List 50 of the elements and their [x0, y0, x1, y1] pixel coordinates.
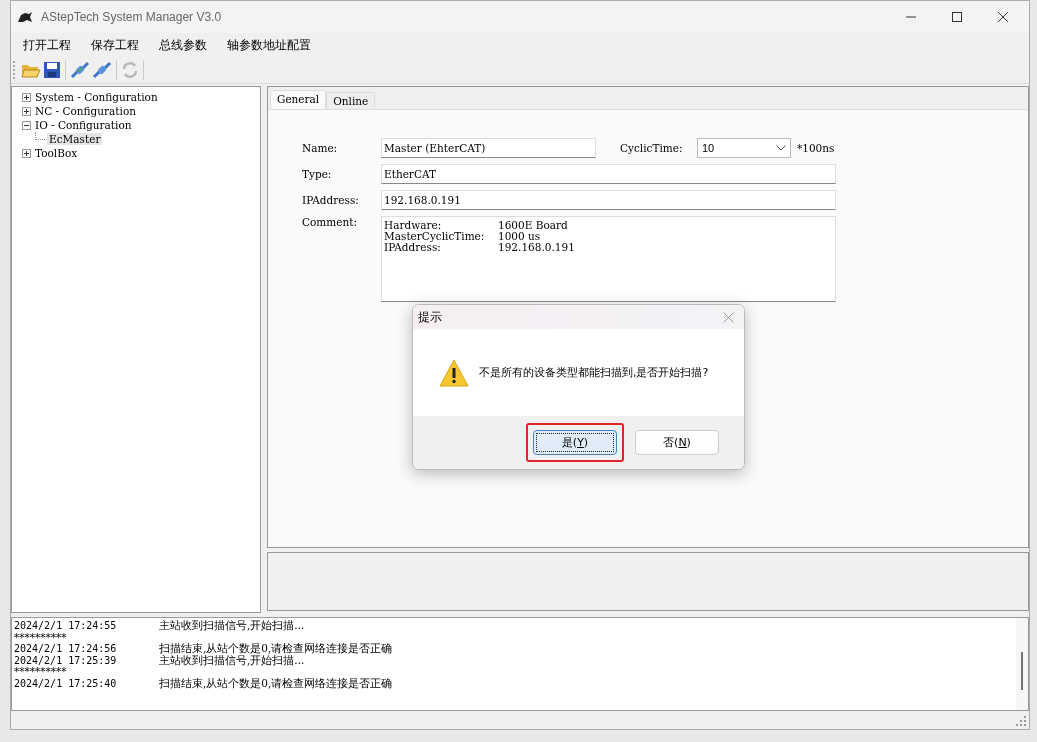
comment-field[interactable]: Hardware: 1600E Board MasterCyclicTime: 1000 us IPAddress: 192.168.0.191	[381, 216, 836, 302]
menu-item[interactable]: 轴参数地址配置	[217, 36, 321, 54]
menu-item[interactable]: 打开工程	[13, 36, 81, 54]
log-time: 2024/2/1 17:24:56	[14, 643, 118, 655]
chevron-down-icon	[776, 145, 786, 151]
tree-item[interactable]: System - Configuration	[33, 91, 160, 103]
log-message: 扫描结束,从站个数是0,请检查网络连接是否正确	[159, 677, 393, 689]
log-time: 2024/2/1 17:25:39	[14, 654, 118, 666]
field-label: CyclicTime:	[620, 142, 684, 154]
close-icon[interactable]	[997, 11, 1009, 23]
log-message: 主站收到扫描信号,开始扫描...	[159, 620, 305, 632]
log-message: 扫描结束,从站个数是0,请检查网络连接是否正确	[159, 643, 393, 654]
menu-item[interactable]: 总线参数	[149, 36, 217, 54]
log-separator: **********	[14, 631, 67, 643]
expand-icon[interactable]	[22, 106, 31, 116]
collapse-icon[interactable]	[22, 120, 31, 130]
dialog-button[interactable]: 是(Y)	[533, 430, 617, 455]
tree-item[interactable]: NC - Configuration	[33, 105, 138, 117]
app-logo-icon	[17, 11, 33, 23]
connect-plug-icon[interactable]	[70, 61, 90, 79]
dialog-title: 提示	[418, 308, 442, 326]
type-field[interactable]: EtherCAT	[381, 164, 836, 184]
dialog-button[interactable]: 否(N)	[635, 430, 719, 455]
field-label: Name:	[302, 142, 339, 154]
log-message: 主站收到扫描信号,开始扫描...	[159, 654, 305, 666]
dialog-message: 不是所有的设备类型都能扫描到,是否开始扫描?	[479, 365, 709, 380]
warning-icon	[439, 358, 469, 387]
maximize-icon[interactable]	[951, 11, 963, 23]
log-time: 2024/2/1 17:24:55	[14, 620, 118, 632]
window-title: AStepTech System Manager V3.0	[41, 10, 222, 24]
disconnect-plug-icon[interactable]	[92, 61, 112, 79]
ip-address-field[interactable]: 192.168.0.191	[381, 190, 836, 210]
field-label: IPAddress:	[302, 194, 360, 206]
name-field[interactable]: Master (EhterCAT)	[381, 138, 596, 158]
resize-grip-icon[interactable]	[1016, 716, 1026, 726]
log-separator: **********	[14, 666, 67, 678]
expand-icon[interactable]	[22, 92, 31, 102]
field-label: Type:	[302, 168, 333, 180]
tree-item[interactable]: EcMaster	[47, 133, 103, 145]
unit-label: *100ns	[797, 142, 835, 154]
tab[interactable]: General	[270, 90, 327, 109]
scrollbar[interactable]	[1016, 618, 1028, 710]
field-label: Comment:	[302, 216, 358, 228]
tab[interactable]: Online	[326, 92, 376, 109]
menu-item[interactable]: 保存工程	[81, 36, 149, 54]
tree-item[interactable]: IO - Configuration	[33, 119, 134, 131]
log-time: 2024/2/1 17:25:40	[14, 677, 118, 689]
expand-icon[interactable]	[22, 148, 31, 158]
tree-item[interactable]: ToolBox	[33, 147, 80, 159]
cyclic-time-dropdown[interactable]: 10	[697, 138, 791, 158]
